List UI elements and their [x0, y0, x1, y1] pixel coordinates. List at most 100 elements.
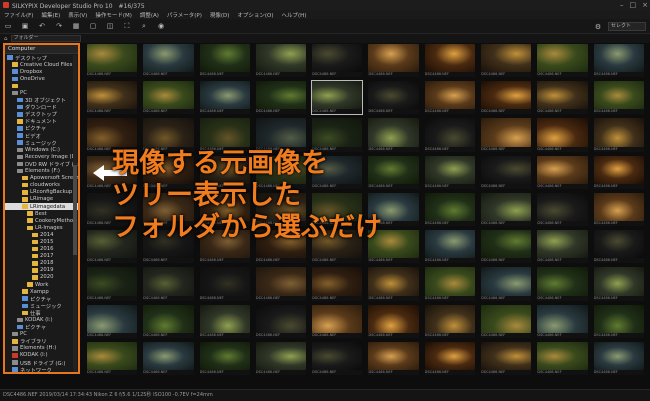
thumbnail[interactable]: DSC4486.NEF: [481, 192, 532, 227]
folder-tree-item[interactable]: ピクチャ: [5, 125, 78, 132]
folder-tree-item[interactable]: 2018: [5, 260, 78, 267]
thumbnail[interactable]: DSC4486.NEF: [593, 267, 644, 301]
thumbnail[interactable]: DSC4486.NEF: [255, 81, 307, 115]
folder-tree-item[interactable]: Dropbox: [5, 68, 78, 75]
thumbnail[interactable]: DSC4486.NEF: [143, 44, 194, 78]
menu-item-2[interactable]: 表示(V): [68, 11, 87, 19]
folder-tree-item[interactable]: Work: [5, 281, 78, 288]
thumbnail[interactable]: DSC4486.NEF: [199, 267, 250, 301]
thumbnail[interactable]: DSC4486.NEF: [199, 81, 250, 115]
folder-tree-item[interactable]: Xampp: [5, 288, 78, 295]
folder-tree-item[interactable]: ダウンロード: [5, 104, 78, 111]
menu-item-8[interactable]: ヘルプ(H): [282, 11, 307, 19]
menu-item-5[interactable]: パラメータ(P): [167, 11, 202, 19]
save-icon[interactable]: ▣: [21, 22, 29, 30]
thumbnail[interactable]: DSC4486.NEF: [312, 304, 363, 338]
thumbnail[interactable]: DSC4486.NEF: [87, 118, 138, 152]
thumbnail[interactable]: DSC4486.NEF: [481, 81, 532, 115]
menu-item-3[interactable]: 操作モード(M): [95, 11, 132, 19]
folder-tree-item[interactable]: DVD RW ドライブ (E:): [5, 160, 78, 168]
thumbnail[interactable]: DSC4486.NEF: [143, 118, 194, 152]
thumbnail[interactable]: DSC4486.NEF: [312, 44, 363, 78]
open-folder-icon[interactable]: ▭: [4, 22, 12, 30]
thumbnail[interactable]: DSC4486.NEF: [424, 44, 476, 78]
folder-tree-item[interactable]: 仕事: [5, 309, 78, 316]
thumbnail[interactable]: DSC4486.NEF: [311, 80, 364, 116]
folder-tree-item[interactable]: cloudworks: [5, 182, 78, 189]
thumbnail[interactable]: DSC4486.NEF: [593, 44, 644, 78]
thumbnail[interactable]: DSC4486.NEF: [87, 304, 138, 338]
thumbnail[interactable]: DSC4486.NEF: [481, 341, 532, 375]
single-view-icon[interactable]: ▢: [89, 22, 97, 30]
thumbnail[interactable]: DSC4486.NEF: [255, 304, 307, 338]
folder-tree-item[interactable]: CookeryMetho: [5, 217, 78, 224]
thumbnail[interactable]: DSC4486.NEF: [199, 341, 250, 375]
folder-tree-item[interactable]: ビデオ: [5, 132, 78, 139]
thumbnail[interactable]: DSC4486.NEF: [368, 341, 419, 375]
thumbnail[interactable]: DSC4486.NEF: [481, 118, 532, 152]
thumbnail[interactable]: DSC4486.NEF: [87, 44, 138, 78]
thumbnail[interactable]: DSC4486.NEF: [255, 267, 307, 301]
folder-tree-item[interactable]: ライブラリ: [5, 338, 78, 345]
thumbnail[interactable]: DSC4486.NEF: [87, 81, 138, 115]
select-field[interactable]: セレクト: [608, 22, 646, 31]
folder-tree-item[interactable]: ピクチャ: [5, 324, 78, 331]
thumbnail[interactable]: DSC4486.NEF: [199, 44, 250, 78]
maximize-icon[interactable]: □: [630, 1, 637, 9]
thumbnail[interactable]: DSC4486.NEF: [424, 192, 476, 227]
thumbnail[interactable]: DSC4486.NEF: [199, 118, 250, 152]
thumbnail[interactable]: DSC4486.NEF: [481, 44, 532, 78]
menu-item-4[interactable]: 調整(A): [140, 11, 159, 19]
thumbnail[interactable]: DSC4486.NEF: [424, 81, 476, 115]
minimize-icon[interactable]: –: [620, 1, 624, 9]
thumbnail[interactable]: DSC4486.NEF: [593, 304, 644, 338]
folder-tree-item[interactable]: Creative Cloud Files: [5, 61, 78, 68]
thumbnail[interactable]: DSC4486.NEF: [312, 118, 363, 152]
thumbnail[interactable]: DSC4486.NEF: [143, 81, 194, 115]
menu-item-7[interactable]: オプション(O): [237, 11, 273, 19]
folder-tree-item[interactable]: デスクトップ: [5, 111, 78, 118]
folder-tree-item[interactable]: USB ドライブ (G:): [5, 359, 78, 366]
folder-dropdown[interactable]: フォルダー: [10, 35, 81, 42]
thumbnail[interactable]: DSC4486.NEF: [593, 230, 644, 264]
thumbnail[interactable]: DSC4486.NEF: [481, 155, 532, 189]
thumbnail[interactable]: DSC4486.NEF: [424, 155, 476, 189]
folder-tree-item[interactable]: ミュージック: [5, 139, 78, 146]
menu-item-0[interactable]: ファイル(F): [4, 11, 33, 19]
grid-view-icon[interactable]: ▦: [72, 22, 80, 30]
folder-tree-item[interactable]: OneDrive: [5, 75, 78, 82]
thumbnail[interactable]: DSC4486.NEF: [424, 304, 476, 338]
thumbnail[interactable]: DSC4486.NEF: [537, 118, 588, 152]
thumbnail[interactable]: DSC4486.NEF: [537, 81, 588, 115]
folder-tree-item[interactable]: ピクチャ: [5, 295, 78, 302]
fullscreen-icon[interactable]: ⛶: [123, 22, 131, 30]
undo-icon[interactable]: ↶: [38, 22, 46, 30]
thumbnail[interactable]: DSC4486.NEF: [593, 155, 644, 189]
thumbnail[interactable]: DSC4486.NEF: [87, 341, 138, 375]
folder-tree-item[interactable]: 3D オブジェクト: [5, 97, 78, 104]
folder-tree-item[interactable]: LRconfigBackup: [5, 189, 78, 196]
thumbnail[interactable]: DSC4486.NEF: [424, 341, 476, 375]
thumbnail[interactable]: DSC4486.NEF: [537, 341, 588, 375]
zoom-icon[interactable]: ⌕: [140, 22, 148, 30]
folder-tree-scrollbar[interactable]: [73, 55, 77, 372]
close-icon[interactable]: ×: [642, 1, 648, 9]
thumbnail[interactable]: DSC4486.NEF: [143, 267, 194, 301]
thumbnail[interactable]: DSC4486.NEF: [537, 230, 588, 264]
thumbnail[interactable]: DSC4486.NEF: [593, 341, 644, 375]
folder-tree-item[interactable]: PC: [5, 89, 78, 96]
folder-tree-item[interactable]: デスクトップ: [5, 54, 78, 61]
thumbnail[interactable]: DSC4486.NEF: [312, 267, 363, 301]
thumbnail[interactable]: DSC4486.NEF: [199, 304, 250, 338]
thumbnail[interactable]: DSC4486.NEF: [593, 118, 644, 152]
folder-tree-item[interactable]: 2017: [5, 253, 78, 260]
folder-tree-item[interactable]: Windows (C:): [5, 146, 78, 153]
folder-tree-item[interactable]: ミュージック: [5, 302, 78, 309]
thumbnail[interactable]: DSC4486.NEF: [537, 192, 588, 227]
folder-tree-item[interactable]: 2015: [5, 238, 78, 245]
thumbnail[interactable]: DSC4486.NEF: [312, 341, 363, 375]
folder-tree-item[interactable]: 2016: [5, 246, 78, 253]
folder-tree-item[interactable]: Best: [5, 210, 78, 217]
home-icon[interactable]: ⌂: [4, 36, 8, 42]
thumbnail[interactable]: DSC4486.NEF: [143, 341, 194, 375]
